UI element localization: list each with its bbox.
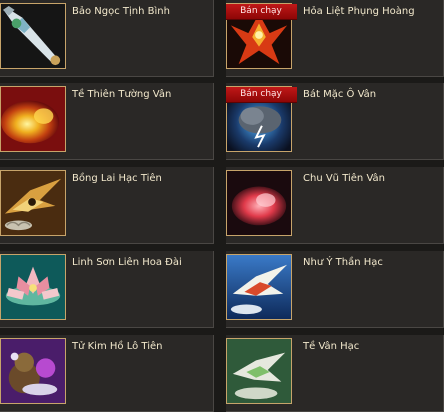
- best-seller-badge: Bán chạy: [226, 87, 297, 103]
- best-seller-badge: Bán chạy: [226, 4, 297, 20]
- jade-vase-icon: [0, 3, 66, 69]
- item-name: Tử Kim Hồ Lô Tiên: [72, 341, 163, 352]
- item-card-bat-mac-o-van[interactable]: Bán chạy Bát Mặc Ô Vân: [226, 83, 444, 160]
- item-card-tu-kim-ho-lo-tien[interactable]: Tử Kim Hồ Lô Tiên: [0, 335, 214, 412]
- red-cloud-icon: [226, 170, 292, 236]
- cloud-crane-icon: [226, 338, 292, 404]
- item-card-chu-vu-tien-van[interactable]: Chu Vũ Tiên Vân: [226, 167, 444, 244]
- item-card-linh-son-lien-hoa-dai[interactable]: Linh Sơn Liên Hoa Đài: [0, 251, 214, 328]
- mount-item-grid: Bảo Ngọc Tịnh Bình Tề Thiên Tường Vân Bồ…: [0, 0, 444, 412]
- item-name: Chu Vũ Tiên Vân: [303, 173, 385, 184]
- item-card-te-van-hac[interactable]: Tề Vân Hạc: [226, 335, 444, 412]
- sky-crane-icon: [226, 254, 292, 320]
- item-name: Bồng Lai Hạc Tiên: [72, 173, 162, 184]
- item-name: Tề Vân Hạc: [303, 341, 360, 352]
- item-name: Tề Thiên Tường Vân: [72, 89, 172, 100]
- item-card-hoa-liet-phung-hoang[interactable]: Bán chạy Hỏa Liệt Phụng Hoàng: [226, 0, 444, 77]
- lotus-platform-icon: [0, 254, 66, 320]
- item-card-nhu-y-than-hac[interactable]: Như Ý Thần Hạc: [226, 251, 444, 328]
- item-name: Linh Sơn Liên Hoa Đài: [72, 257, 182, 268]
- item-card-bong-lai-hac-tien[interactable]: Bồng Lai Hạc Tiên: [0, 167, 214, 244]
- item-card-te-thien-tuong-van[interactable]: Tề Thiên Tường Vân: [0, 83, 214, 160]
- gourd-icon: [0, 338, 66, 404]
- item-name: Như Ý Thần Hạc: [303, 257, 383, 268]
- item-name: Bát Mặc Ô Vân: [303, 89, 377, 100]
- item-name: Hỏa Liệt Phụng Hoàng: [303, 6, 415, 17]
- golden-crane-icon: [0, 170, 66, 236]
- golden-cloud-icon: [0, 86, 66, 152]
- item-name: Bảo Ngọc Tịnh Bình: [72, 6, 170, 17]
- item-card-bao-ngoc-tinh-binh[interactable]: Bảo Ngọc Tịnh Bình: [0, 0, 214, 77]
